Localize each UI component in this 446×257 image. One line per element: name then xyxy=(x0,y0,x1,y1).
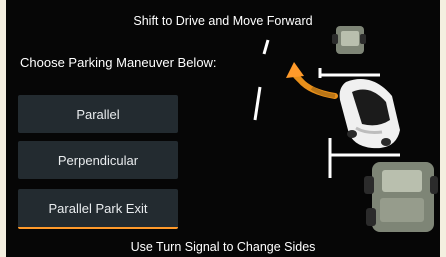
frame-edge-right xyxy=(440,0,446,257)
parking-assist-screen: Shift to Drive and Move Forward Choose P… xyxy=(0,0,446,257)
frame-edge-left xyxy=(0,0,6,257)
instruction-banner-top: Shift to Drive and Move Forward xyxy=(133,14,313,28)
own-car-icon xyxy=(339,79,400,149)
parallel-park-exit-button[interactable]: Parallel Park Exit xyxy=(18,189,178,229)
lane-line xyxy=(253,86,262,121)
perpendicular-button[interactable]: Perpendicular xyxy=(18,141,178,179)
maneuver-heading: Choose Parking Maneuver Below: xyxy=(20,55,217,70)
parked-jeep-icon xyxy=(364,162,438,232)
lane-line xyxy=(262,39,270,55)
instruction-banner-bottom: Use Turn Signal to Change Sides xyxy=(130,240,316,254)
parallel-button[interactable]: Parallel xyxy=(18,95,178,133)
curved-forward-arrow-icon xyxy=(286,62,338,99)
parked-jeep-icon xyxy=(332,26,366,54)
